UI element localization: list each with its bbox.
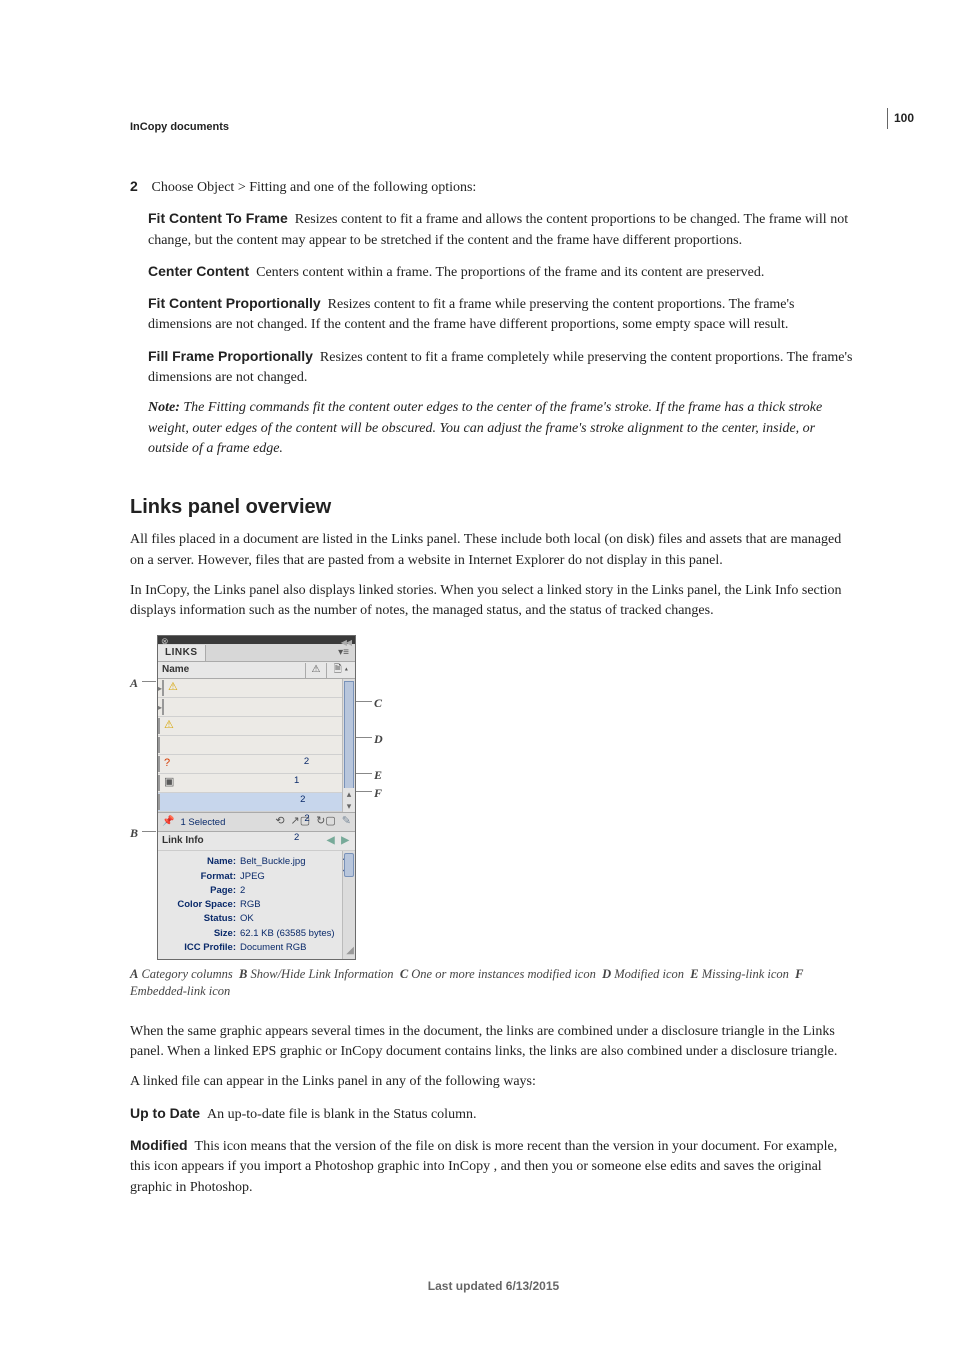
info-row: Color Space:RGB [166,898,355,912]
thumbnail [158,718,160,734]
resize-grip-icon[interactable]: ◢ [346,944,354,959]
info-row: Format:JPEG [166,870,355,884]
info-value: JPEG [240,870,265,884]
def-modified: Modified This icon means that the versio… [130,1135,857,1198]
def-center-content: Center Content Centers content within a … [148,261,857,283]
scrollbar-thumb[interactable] [344,853,354,877]
thumbnail [158,737,160,753]
info-key: Page: [166,884,240,898]
info-row: ICC Profile:Document RGB [166,941,355,955]
info-value: Belt_Buckle.jpg [240,855,305,869]
links-panel: ⊗ ◀◀ LINKS ▾≡ Name ⚠ 🗎 ▴ ▴ ▾ ▸ [157,635,356,960]
def-fit-proportionally: Fit Content Proportionally Resizes conte… [148,293,857,336]
runin-label: Up to Date [130,1105,200,1121]
info-value: 62.1 KB (63585 bytes) [240,927,335,941]
figure-caption: A Category columns B Show/Hide Link Info… [130,966,857,1000]
info-key: Color Space: [166,898,240,912]
heading-links-panel-overview: Links panel overview [130,493,857,522]
runin-label: Modified [130,1137,188,1153]
info-key: Size: [166,927,240,941]
info-value: RGB [240,898,261,912]
page-number: 100 [887,108,914,129]
info-row: Status:OK [166,912,355,926]
runin-label: Fit Content To Frame [148,210,288,226]
callout-A: A [130,675,138,692]
callout-tick [142,681,156,682]
step-number: 2 [130,176,148,196]
callout-B: B [130,825,138,842]
step-text: Choose Object > Fitting and one of the f… [152,180,477,195]
info-value: 2 [240,884,245,898]
info-key: Name: [166,855,240,869]
info-row: Name:Belt_Buckle.jpg [166,855,355,869]
step-2: 2 Choose Object > Fitting and one of the… [130,176,857,198]
runin-label: Center Content [148,263,249,279]
runin-body: This icon means that the version of the … [130,1139,837,1195]
footer-last-updated: Last updated 6/13/2015 [130,1278,857,1295]
info-row: Page:2 [166,884,355,898]
note-body: The Fitting commands fit the content out… [148,400,822,456]
paragraph: When the same graphic appears several ti… [130,1022,857,1063]
def-fill-proportionally: Fill Frame Proportionally Resizes conten… [148,346,857,389]
info-value: Document RGB [240,941,307,955]
thumbnail [158,756,160,772]
thumbnail [158,775,160,791]
figure-links-panel: A B C D E F ⊗ ◀◀ LINKS ▾≡ Name ⚠ 🗎 ▴ [130,635,390,960]
info-key: ICC Profile: [166,941,240,955]
info-row: Size:62.1 KB (63585 bytes) [166,927,355,941]
link-info-body: ▴ ▾ Name:Belt_Buckle.jpg Format:JPEG Pag… [158,850,355,959]
info-key: Format: [166,870,240,884]
note-label: Note: [148,400,180,415]
callout-tick [142,831,156,832]
paragraph: A linked file can appear in the Links pa… [130,1072,857,1092]
info-key: Status: [166,912,240,926]
runin-body: Centers content within a frame. The prop… [256,265,764,280]
paragraph: All files placed in a document are liste… [130,530,857,571]
runin-body: An up-to-date file is blank in the Statu… [207,1107,476,1122]
links-list: ▴ ▾ ▸ Minette Fox.jpg (2) ⚠ ▸ Minette_S.… [158,679,355,812]
def-up-to-date: Up to Date An up-to-date file is blank i… [130,1103,857,1125]
def-fit-content-to-frame: Fit Content To Frame Resizes content to … [148,208,857,251]
info-value: OK [240,912,254,926]
running-head: InCopy documents [130,120,857,136]
thumbnail [158,794,160,810]
runin-label: Fill Frame Proportionally [148,348,313,364]
runin-label: Fit Content Proportionally [148,295,321,311]
link-row-selected[interactable]: Belt_Buckle.jpg 2 [158,793,355,812]
note: Note: The Fitting commands fit the conte… [148,398,857,459]
